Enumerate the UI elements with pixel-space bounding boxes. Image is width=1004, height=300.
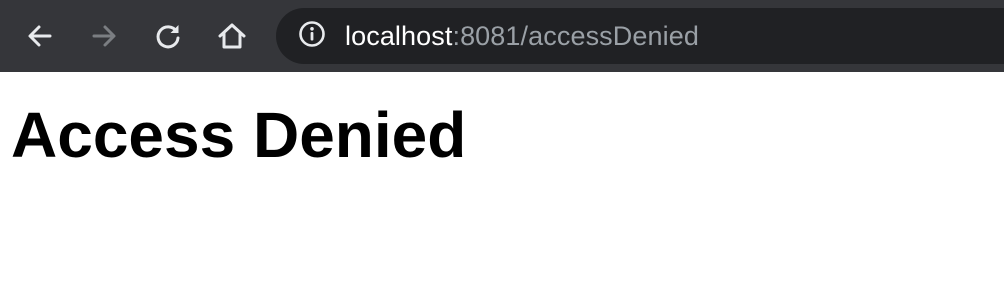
forward-button[interactable] [84, 16, 124, 56]
url-host: localhost [345, 21, 453, 51]
address-bar[interactable]: localhost:8081/accessDenied [276, 8, 1004, 64]
home-button[interactable] [212, 16, 252, 56]
arrow-left-icon [24, 20, 56, 52]
page-content: Access Denied [0, 72, 1004, 300]
arrow-right-icon [88, 20, 120, 52]
home-icon [216, 20, 248, 52]
reload-button[interactable] [148, 16, 188, 56]
back-button[interactable] [20, 16, 60, 56]
browser-toolbar: localhost:8081/accessDenied [0, 0, 1004, 72]
url-path: :8081/accessDenied [452, 21, 699, 51]
page-heading: Access Denied [11, 99, 467, 171]
reload-icon [152, 20, 184, 52]
url-text: localhost:8081/accessDenied [345, 21, 699, 51]
info-circle-icon [298, 20, 326, 53]
site-info-button[interactable] [298, 20, 326, 53]
